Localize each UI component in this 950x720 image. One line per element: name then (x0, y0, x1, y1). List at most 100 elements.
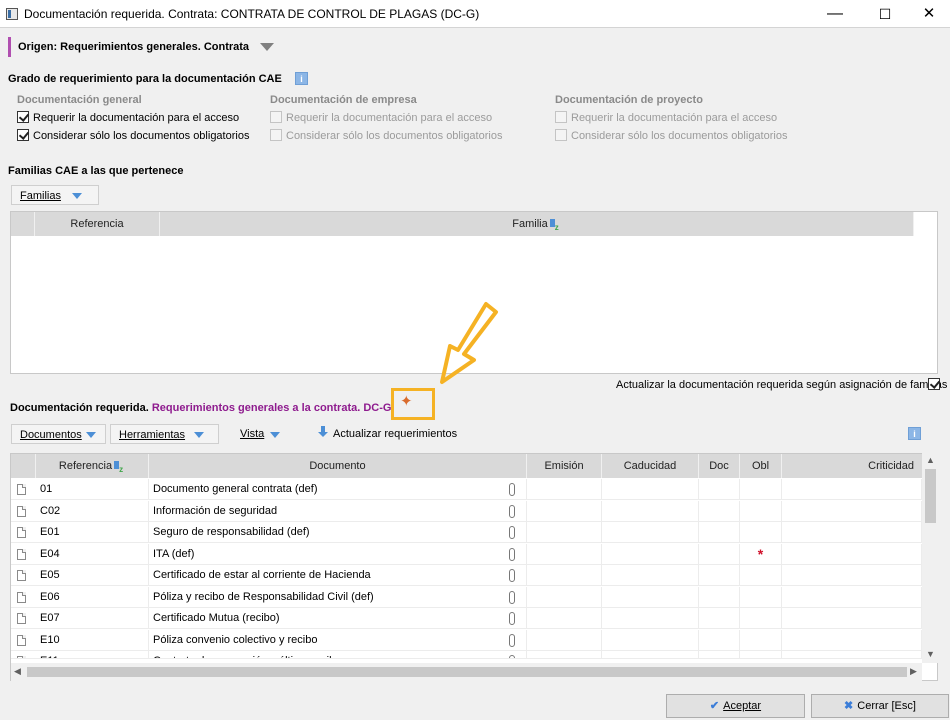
cell-doc[interactable] (699, 543, 740, 565)
cell-emision[interactable] (527, 586, 602, 608)
table-row[interactable]: E05 Certificado de estar al corriente de … (11, 565, 922, 586)
cell-obl[interactable] (740, 651, 782, 658)
table-row[interactable]: 01 Documento general contrata (def) (11, 479, 922, 500)
col-header-caducidad[interactable]: Caducidad (602, 454, 699, 478)
paperclip-icon[interactable] (509, 655, 515, 658)
table-row[interactable]: E11 Contrato de prevención y último recib… (11, 651, 922, 659)
paperclip-icon[interactable] (509, 612, 515, 625)
cell-caducidad[interactable] (602, 608, 699, 629)
col-header-familia[interactable]: Familia (160, 212, 914, 240)
horizontal-scrollbar[interactable]: ◀ ▶ (11, 663, 922, 681)
paperclip-icon[interactable] (509, 504, 515, 518)
close-window-button[interactable]: ✕ (906, 0, 950, 28)
cell-obl[interactable] (740, 586, 782, 608)
update-by-families-checkbox[interactable] (928, 378, 940, 390)
table-row[interactable]: E01 Seguro de responsabilidad (def) (11, 522, 922, 543)
cell-referencia[interactable]: E05 (36, 565, 149, 586)
table-row[interactable]: C02 Información de seguridad (11, 500, 922, 522)
origin-dropdown-icon[interactable] (260, 43, 274, 51)
close-button[interactable]: ✖ Cerrar [Esc] (811, 694, 949, 718)
scroll-left-icon[interactable]: ◀ (14, 666, 21, 677)
cell-documento[interactable]: ITA (def) (149, 543, 527, 565)
cell-doc[interactable] (699, 479, 740, 500)
cell-obl[interactable] (740, 522, 782, 543)
cell-criticidad[interactable] (782, 543, 922, 565)
cell-criticidad[interactable] (782, 522, 922, 543)
cell-criticidad[interactable] (782, 479, 922, 500)
cell-referencia[interactable]: E11 (36, 651, 149, 658)
vertical-scroll-thumb[interactable] (925, 469, 936, 523)
cell-referencia[interactable]: C02 (36, 500, 149, 522)
cell-obl[interactable] (740, 479, 782, 500)
cell-documento[interactable]: Información de seguridad (149, 500, 527, 522)
cell-doc[interactable] (699, 629, 740, 651)
maximize-button[interactable]: ☐ (862, 0, 908, 28)
cell-emision[interactable] (527, 543, 602, 565)
paperclip-icon[interactable] (509, 590, 515, 604)
cell-doc[interactable] (699, 651, 740, 658)
table-row[interactable]: E10 Póliza convenio colectivo y recibo (11, 629, 922, 651)
col-header-obl[interactable]: Obl (740, 454, 782, 478)
table-row[interactable]: E07 Certificado Mutua (recibo) (11, 608, 922, 629)
cell-criticidad[interactable] (782, 565, 922, 586)
cell-emision[interactable] (527, 500, 602, 522)
cell-doc[interactable] (699, 500, 740, 522)
table-row[interactable]: E06 Póliza y recibo de Responsabilidad Ci… (11, 586, 922, 608)
actualizar-requerimientos-button[interactable]: Actualizar requerimientos (333, 428, 457, 440)
cell-emision[interactable] (527, 479, 602, 500)
cell-obl[interactable] (740, 629, 782, 651)
cell-caducidad[interactable] (602, 565, 699, 586)
cell-documento[interactable]: Documento general contrata (def) (149, 479, 527, 500)
cell-obl[interactable] (740, 565, 782, 586)
info-icon[interactable]: i (295, 72, 308, 85)
cell-referencia[interactable]: E10 (36, 629, 149, 651)
scroll-up-icon[interactable]: ▲ (926, 455, 935, 465)
cell-criticidad[interactable] (782, 608, 922, 629)
cell-referencia[interactable]: E07 (36, 608, 149, 629)
checkbox-checked-icon[interactable] (17, 111, 29, 123)
cell-documento[interactable]: Contrato de prevención y último recibo (149, 651, 527, 658)
col-header-doc[interactable]: Doc (699, 454, 740, 478)
cell-obl[interactable]: * (740, 543, 782, 565)
paperclip-icon[interactable] (509, 526, 515, 539)
cell-documento[interactable]: Póliza convenio colectivo y recibo (149, 629, 527, 651)
cell-doc[interactable] (699, 522, 740, 543)
cell-emision[interactable] (527, 651, 602, 658)
cell-doc[interactable] (699, 608, 740, 629)
col-header-criticidad[interactable]: Criticidad (782, 454, 923, 478)
cell-documento[interactable]: Certificado Mutua (recibo) (149, 608, 527, 629)
col-header-referencia[interactable]: Referencia (36, 454, 149, 482)
cell-caducidad[interactable] (602, 629, 699, 651)
cell-criticidad[interactable] (782, 500, 922, 522)
cell-caducidad[interactable] (602, 586, 699, 608)
col-header-emision[interactable]: Emisión (527, 454, 602, 478)
checkbox-checked-icon[interactable] (17, 129, 29, 141)
minimize-button[interactable]: — (812, 0, 858, 28)
general-only-mandatory-option[interactable]: Considerar sólo los documentos obligator… (17, 129, 249, 143)
cell-referencia[interactable]: E06 (36, 586, 149, 608)
paperclip-icon[interactable] (509, 569, 515, 582)
col-header-referencia[interactable]: Referencia (35, 212, 160, 236)
cell-documento[interactable]: Certificado de estar al corriente de Hac… (149, 565, 527, 586)
familias-menu-button[interactable]: Familias (11, 185, 99, 205)
cell-criticidad[interactable] (782, 586, 922, 608)
cell-referencia[interactable]: 01 (36, 479, 149, 500)
scroll-right-icon[interactable]: ▶ (910, 666, 917, 677)
cell-doc[interactable] (699, 586, 740, 608)
cell-emision[interactable] (527, 522, 602, 543)
cell-documento[interactable]: Póliza y recibo de Responsabilidad Civil… (149, 586, 527, 608)
cell-doc[interactable] (699, 565, 740, 586)
paperclip-icon[interactable] (509, 483, 515, 496)
scroll-down-icon[interactable]: ▼ (926, 649, 935, 659)
cell-caducidad[interactable] (602, 651, 699, 658)
vista-menu-button[interactable]: Vista (240, 428, 264, 440)
cell-caducidad[interactable] (602, 479, 699, 500)
cell-caducidad[interactable] (602, 522, 699, 543)
cell-criticidad[interactable] (782, 651, 922, 658)
cell-documento[interactable]: Seguro de responsabilidad (def) (149, 522, 527, 543)
cell-obl[interactable] (740, 608, 782, 629)
cell-emision[interactable] (527, 629, 602, 651)
ai-assist-highlight[interactable] (391, 388, 435, 420)
paperclip-icon[interactable] (509, 547, 515, 561)
table-row[interactable]: E04 ITA (def) * (11, 543, 922, 565)
